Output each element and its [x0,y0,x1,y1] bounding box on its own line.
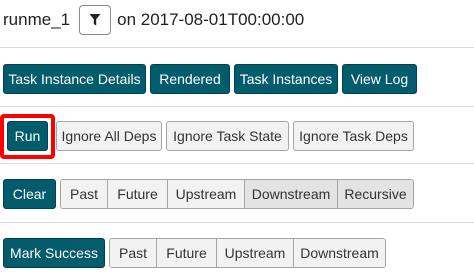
filter-button[interactable] [79,5,112,35]
mark-success-button[interactable]: Mark Success [3,238,105,268]
task-header: runme_1 on 2017-08-01T00:00:00 [3,5,305,35]
divider [0,222,474,223]
clear-past-toggle[interactable]: Past [61,180,108,208]
task-instances-button[interactable]: Task Instances [234,64,338,94]
view-buttons-row: Task Instance Details Rendered Task Inst… [0,64,474,96]
mark-success-options-group: Past Future Upstream Downstream [109,238,386,268]
divider [0,163,474,164]
mark-success-past-toggle[interactable]: Past [110,239,157,267]
ignore-all-deps-button[interactable]: Ignore All Deps [56,121,162,151]
clear-recursive-toggle[interactable]: Recursive [338,180,413,208]
view-log-button[interactable]: View Log [342,64,417,94]
mark-success-upstream-toggle[interactable]: Upstream [217,239,294,267]
divider [0,47,474,48]
clear-options-group: Past Future Upstream Downstream Recursiv… [60,179,414,209]
dag-run-id: runme_1 [3,10,71,29]
rendered-button[interactable]: Rendered [150,64,230,94]
task-instance-details-button[interactable]: Task Instance Details [3,64,146,94]
clear-row: Clear Past Future Upstream Downstream Re… [0,179,474,211]
run-row: Run Ignore All Deps Ignore Task State Ig… [0,121,474,153]
ignore-task-state-button[interactable]: Ignore Task State [166,121,289,151]
mark-success-row: Mark Success Past Future Upstream Downst… [0,238,474,270]
mark-success-future-toggle[interactable]: Future [157,239,217,267]
filter-icon [89,14,101,26]
clear-downstream-toggle[interactable]: Downstream [245,180,338,208]
divider [0,106,474,107]
execution-date: on 2017-08-01T00:00:00 [117,10,305,29]
ignore-task-deps-button[interactable]: Ignore Task Deps [293,121,414,151]
run-highlight-box [0,114,55,159]
mark-success-downstream-toggle[interactable]: Downstream [294,239,385,267]
clear-upstream-toggle[interactable]: Upstream [168,180,245,208]
clear-future-toggle[interactable]: Future [108,180,168,208]
clear-button[interactable]: Clear [3,179,56,209]
